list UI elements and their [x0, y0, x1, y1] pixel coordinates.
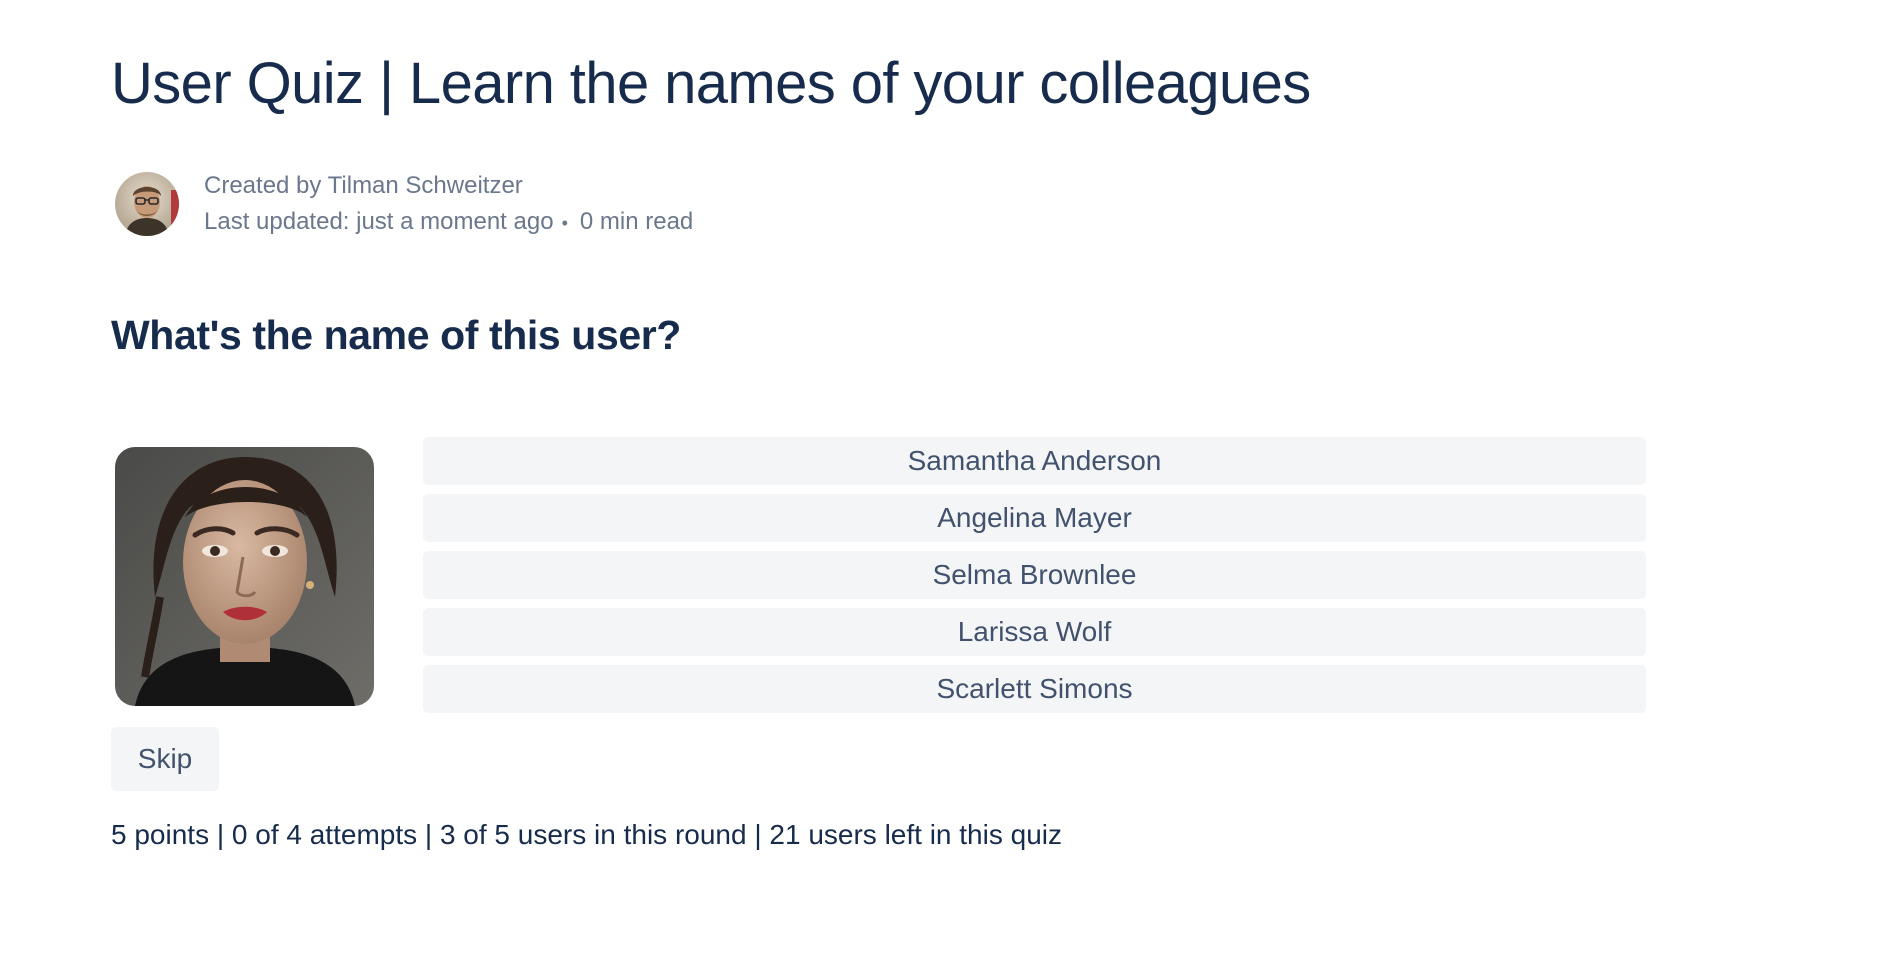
answer-option-3[interactable]: Selma Brownlee — [423, 551, 1646, 599]
last-updated-row: Last updated: just a moment ago • 0 min re… — [204, 204, 693, 241]
answer-option-1[interactable]: Samantha Anderson — [423, 437, 1646, 485]
answer-option-4[interactable]: Larissa Wolf — [423, 608, 1646, 656]
quiz-stats: 5 points | 0 of 4 attempts | 3 of 5 user… — [111, 819, 1062, 850]
page-byline: Created by Tilman Schweitzer Last update… — [111, 164, 693, 244]
created-by-row: Created by Tilman Schweitzer — [204, 168, 693, 204]
page-title: User Quiz | Learn the names of your coll… — [111, 51, 1311, 116]
last-updated-text: Last updated: just a moment ago — [204, 207, 554, 235]
author-avatar-image — [115, 172, 179, 236]
byline-text: Created by Tilman Schweitzer Last update… — [204, 168, 693, 241]
answer-options: Samantha Anderson Angelina Mayer Selma B… — [423, 437, 1646, 722]
author-avatar[interactable] — [115, 172, 179, 236]
quiz-question: What's the name of this user? — [111, 312, 681, 358]
skip-button[interactable]: Skip — [111, 727, 219, 791]
user-portrait-image — [115, 447, 374, 706]
answer-option-5[interactable]: Scarlett Simons — [423, 665, 1646, 713]
read-time-text: 0 min read — [579, 207, 694, 235]
created-by-text: Created by Tilman Schweitzer — [204, 171, 523, 199]
byline-separator: • — [561, 212, 568, 233]
answer-option-2[interactable]: Angelina Mayer — [423, 494, 1646, 542]
user-portrait — [115, 447, 374, 706]
